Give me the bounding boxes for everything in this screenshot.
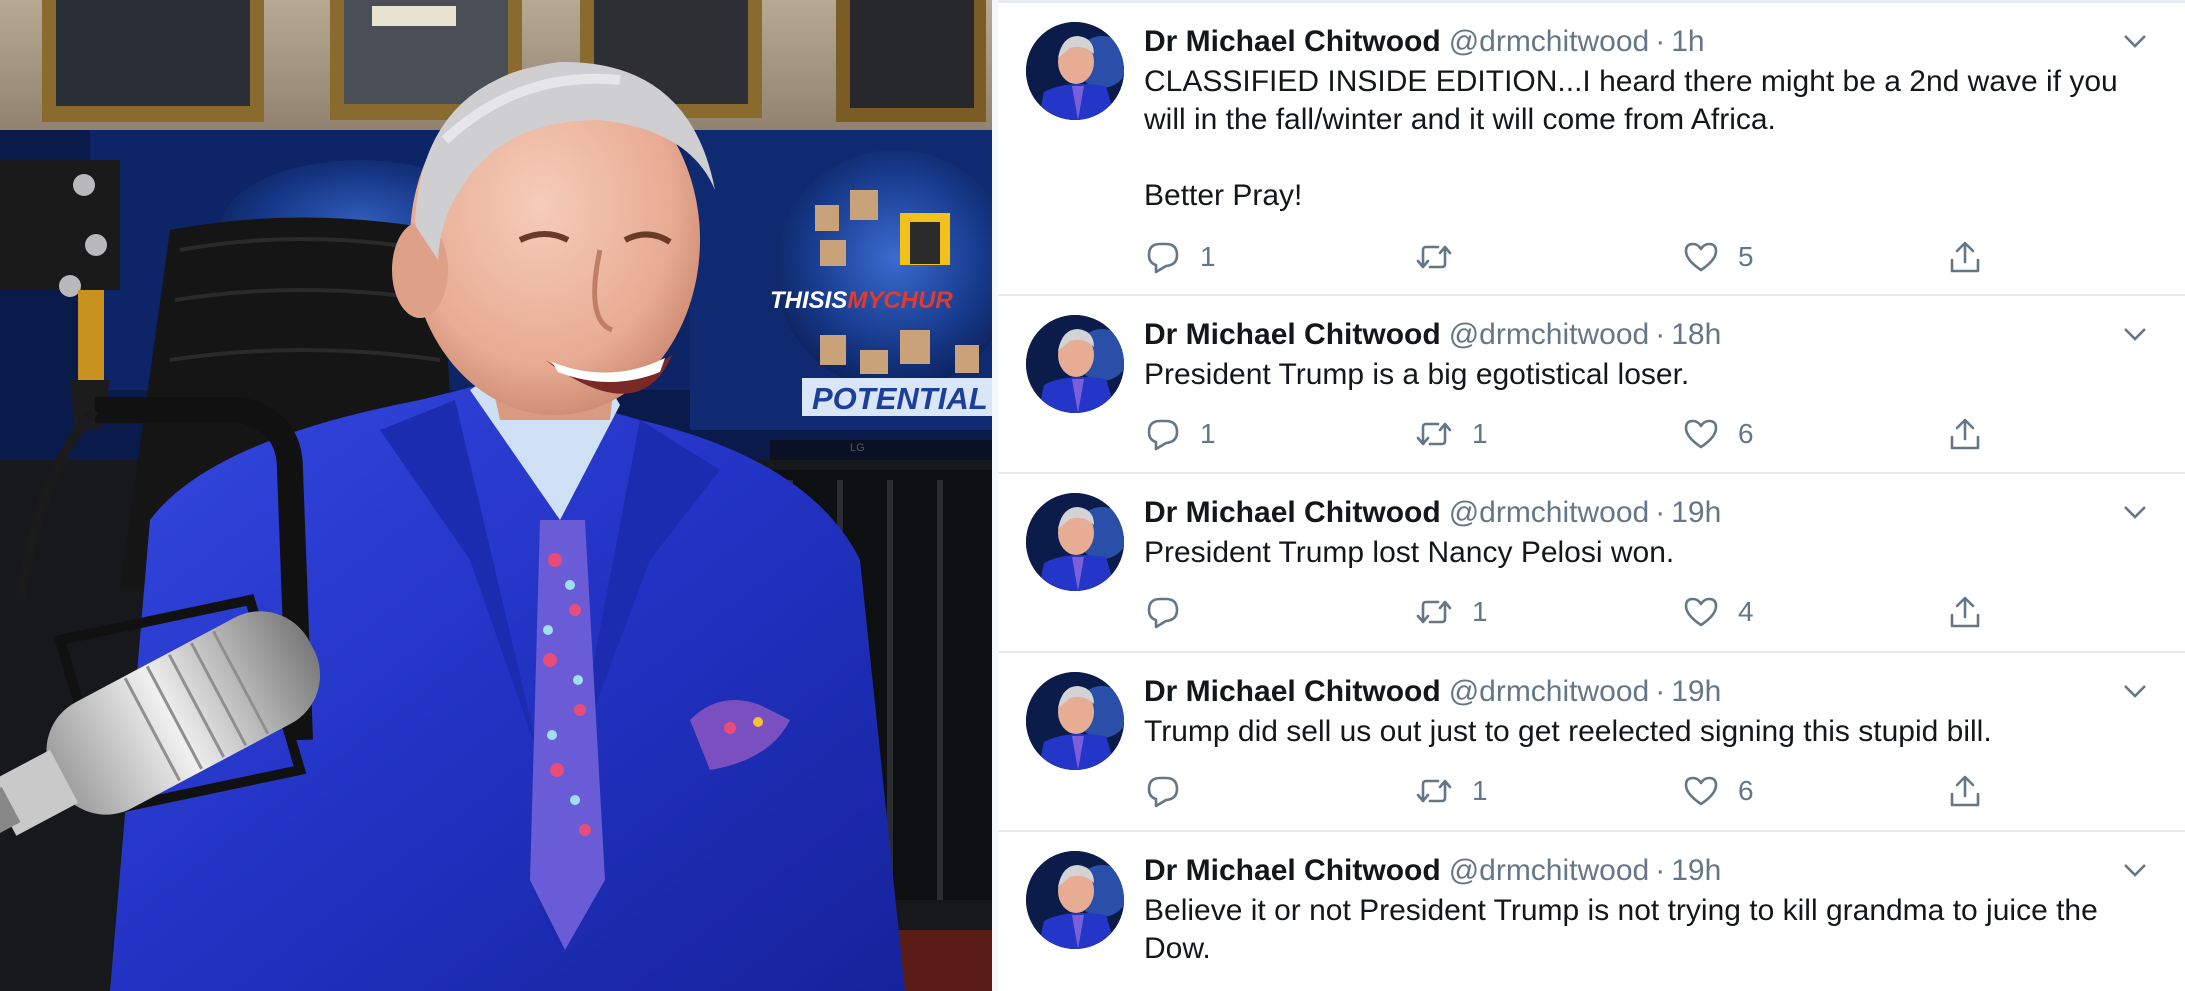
share-icon xyxy=(1950,596,1980,628)
tweet-actions: 1 6 xyxy=(1144,771,2144,811)
avatar[interactable] xyxy=(1026,851,1124,949)
reply-icon xyxy=(1147,597,1179,629)
reply-count: 1 xyxy=(1200,418,1216,449)
author-handle[interactable]: @drmchitwood xyxy=(1449,854,1650,887)
separator: · xyxy=(1655,675,1666,708)
chevron-down-icon[interactable] xyxy=(2119,25,2151,57)
retweet-count: 1 xyxy=(1472,596,1488,627)
retweet-icon xyxy=(1416,245,1452,269)
author-name[interactable]: Dr Michael Chitwood xyxy=(1144,854,1441,887)
retweet-button[interactable]: 1 xyxy=(1414,414,1488,454)
like-icon xyxy=(1684,776,1718,806)
retweet-button[interactable] xyxy=(1414,237,1472,277)
studio-photo: THISISMYCHUR POTENTIAL LG xyxy=(0,0,992,991)
screen-text-accent: MYCHUR xyxy=(847,287,953,314)
tweet-actions: 1 1 6 xyxy=(1144,414,2144,454)
like-button[interactable]: 6 xyxy=(1682,414,1754,454)
separator: · xyxy=(1655,25,1666,58)
share-button[interactable] xyxy=(1946,414,1984,454)
tweet[interactable]: Dr Michael Chitwood @drmchitwood · 19h Beli… xyxy=(998,832,2185,991)
author-name[interactable]: Dr Michael Chitwood xyxy=(1144,318,1441,351)
tweet-text: President Trump lost Nancy Pelosi won. xyxy=(1144,536,1675,569)
tweet-header: Dr Michael Chitwood @drmchitwood · 19h xyxy=(1144,494,1721,532)
reply-button[interactable] xyxy=(1144,592,1200,632)
tweet-actions: 1 5 xyxy=(1144,237,2144,277)
tweet-time[interactable]: 19h xyxy=(1671,496,1721,529)
author-handle[interactable]: @drmchitwood xyxy=(1449,318,1650,351)
screen-text: THISIS xyxy=(770,287,847,314)
separator: · xyxy=(1655,318,1666,351)
tweet-time[interactable]: 18h xyxy=(1671,318,1721,351)
reply-icon xyxy=(1147,419,1179,451)
author-name[interactable]: Dr Michael Chitwood xyxy=(1144,25,1441,58)
like-count: 6 xyxy=(1738,418,1754,449)
reply-button[interactable]: 1 xyxy=(1144,414,1216,454)
retweet-count: 1 xyxy=(1472,418,1488,449)
avatar[interactable] xyxy=(1026,315,1124,413)
like-button[interactable]: 5 xyxy=(1682,237,1754,277)
separator: · xyxy=(1655,854,1666,887)
reply-button[interactable]: 1 xyxy=(1144,237,1216,277)
retweet-icon xyxy=(1416,600,1452,624)
tweet-time[interactable]: 1h xyxy=(1671,25,1704,58)
chevron-down-icon[interactable] xyxy=(2119,854,2151,886)
retweet-button[interactable]: 1 xyxy=(1414,771,1488,811)
retweet-icon xyxy=(1416,779,1452,803)
like-icon xyxy=(1684,597,1718,627)
reply-icon xyxy=(1147,776,1179,808)
chevron-down-icon[interactable] xyxy=(2119,318,2151,350)
like-count: 4 xyxy=(1738,596,1754,627)
reply-button[interactable] xyxy=(1144,771,1200,811)
like-count: 5 xyxy=(1738,241,1754,272)
like-icon xyxy=(1684,419,1718,449)
retweet-count: 1 xyxy=(1472,775,1488,806)
tweet-text: CLASSIFIED INSIDE EDITION...I heard ther… xyxy=(1144,65,2118,212)
avatar[interactable] xyxy=(1026,672,1124,770)
share-button[interactable] xyxy=(1946,592,1984,632)
avatar[interactable] xyxy=(1026,493,1124,591)
tweet-actions: 1 4 xyxy=(1144,592,2144,632)
like-button[interactable]: 6 xyxy=(1682,771,1754,811)
tweet-time[interactable]: 19h xyxy=(1671,854,1721,887)
tweet-header: Dr Michael Chitwood @drmchitwood · 18h xyxy=(1144,316,1721,354)
tweet[interactable]: Dr Michael Chitwood @drmchitwood · 19h Pres… xyxy=(998,474,2185,653)
share-icon xyxy=(1950,241,1980,273)
tweet-text: Trump did sell us out just to get reelec… xyxy=(1144,715,1992,748)
retweet-button[interactable]: 1 xyxy=(1414,592,1488,632)
share-icon xyxy=(1950,418,1980,450)
retweet-icon xyxy=(1416,422,1452,446)
share-button[interactable] xyxy=(1946,237,1984,277)
share-icon xyxy=(1950,775,1980,807)
screen-banner: POTENTIAL xyxy=(812,381,988,416)
tweet-header: Dr Michael Chitwood @drmchitwood · 1h xyxy=(1144,23,1705,61)
author-handle[interactable]: @drmchitwood xyxy=(1449,496,1650,529)
like-button[interactable]: 4 xyxy=(1682,592,1754,632)
author-name[interactable]: Dr Michael Chitwood xyxy=(1144,496,1441,529)
author-handle[interactable]: @drmchitwood xyxy=(1449,675,1650,708)
avatar[interactable] xyxy=(1026,22,1124,120)
chevron-down-icon[interactable] xyxy=(2119,496,2151,528)
tweet[interactable]: Dr Michael Chitwood @drmchitwood · 19h Trum… xyxy=(998,653,2185,832)
tweet[interactable]: Dr Michael Chitwood @drmchitwood · 18h Pres… xyxy=(998,296,2185,474)
like-icon xyxy=(1684,242,1718,272)
chevron-down-icon[interactable] xyxy=(2119,675,2151,707)
separator: · xyxy=(1655,496,1666,529)
tweet-header: Dr Michael Chitwood @drmchitwood · 19h xyxy=(1144,852,1721,890)
author-name[interactable]: Dr Michael Chitwood xyxy=(1144,675,1441,708)
tweet-header: Dr Michael Chitwood @drmchitwood · 19h xyxy=(1144,673,1721,711)
tweet[interactable]: Dr Michael Chitwood @drmchitwood · 1h CLASS… xyxy=(998,3,2185,296)
tweet-text: Believe it or not President Trump is not… xyxy=(1144,894,2098,965)
reply-count: 1 xyxy=(1200,241,1216,272)
tweet-feed[interactable]: Dr Michael Chitwood @drmchitwood · 1h CLASS… xyxy=(998,0,2185,991)
tweet-time[interactable]: 19h xyxy=(1671,675,1721,708)
svg-text:THISISMYCHUR: THISISMYCHUR xyxy=(770,287,953,314)
author-handle[interactable]: @drmchitwood xyxy=(1449,25,1650,58)
like-count: 6 xyxy=(1738,775,1754,806)
tweet-text: President Trump is a big egotistical los… xyxy=(1144,358,1690,391)
share-button[interactable] xyxy=(1946,771,1984,811)
reply-icon xyxy=(1147,242,1179,274)
